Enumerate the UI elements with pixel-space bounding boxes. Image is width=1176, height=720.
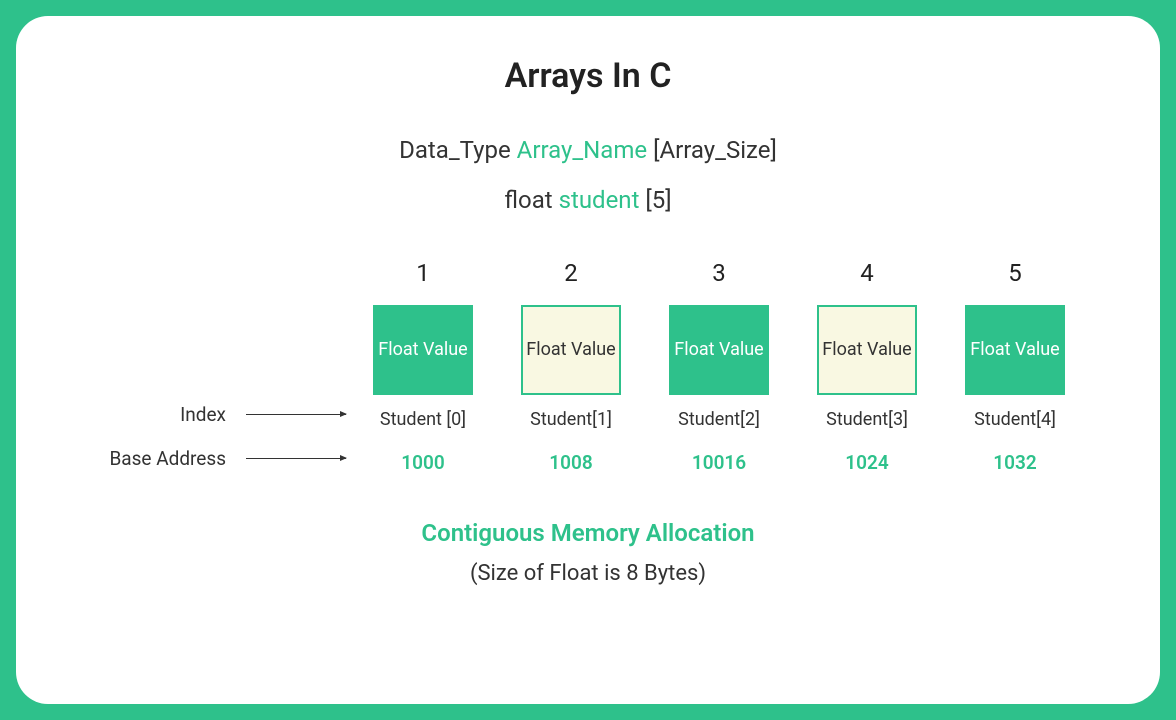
address-label-row: Base Address: [66, 445, 346, 471]
cell-value-box: Float Value: [669, 305, 769, 395]
cell-position: 1: [416, 259, 430, 289]
cell-value-box: Float Value: [521, 305, 621, 395]
cell-value-box: Float Value: [965, 305, 1065, 395]
cell-index: Student[3]: [826, 409, 908, 435]
index-label-row: Index: [66, 401, 346, 427]
array-cell: 5 Float Value Student[4] 1032: [956, 259, 1074, 477]
array-cell: 3 Float Value Student[2] 10016: [660, 259, 778, 477]
page-title: Arrays In C: [66, 56, 1110, 96]
array-cells: 1 Float Value Student [0] 1000 2 Float V…: [364, 259, 1074, 477]
cell-address: 1024: [845, 451, 888, 477]
syntax-arrayname: Array_Name: [517, 136, 647, 164]
base-address-label: Base Address: [109, 447, 226, 470]
cell-index: Student[2]: [678, 409, 760, 435]
example-arrayname: student: [559, 186, 640, 214]
cell-address: 1008: [549, 451, 592, 477]
cell-address: 1000: [401, 451, 444, 477]
array-cell: 4 Float Value Student[3] 1024: [808, 259, 926, 477]
cell-index: Student[4]: [974, 409, 1056, 435]
syntax-declaration: Data_Type Array_Name [Array_Size]: [66, 136, 1110, 164]
row-labels: Index Base Address: [66, 259, 346, 471]
syntax-arraysize: [Array_Size]: [653, 136, 777, 164]
example-declaration: float student [5]: [66, 186, 1110, 214]
arrow-icon: [246, 414, 346, 415]
syntax-datatype: Data_Type: [399, 136, 511, 164]
cell-position: 3: [712, 259, 726, 289]
example-datatype: float: [504, 186, 552, 214]
diagram-card: Arrays In C Data_Type Array_Name [Array_…: [16, 16, 1160, 704]
cell-value-box: Float Value: [373, 305, 473, 395]
cell-address: 10016: [692, 451, 746, 477]
cell-address: 1032: [993, 451, 1036, 477]
footer-title: Contiguous Memory Allocation: [66, 519, 1110, 547]
example-arraysize: [5]: [645, 186, 671, 214]
index-label: Index: [180, 403, 226, 426]
cell-value-box: Float Value: [817, 305, 917, 395]
arrow-icon: [246, 458, 346, 459]
footer-subtitle: (Size of Float is 8 Bytes): [66, 561, 1110, 586]
array-cell: 2 Float Value Student[1] 1008: [512, 259, 630, 477]
cell-index: Student [0]: [380, 409, 466, 435]
cell-index: Student[1]: [530, 409, 612, 435]
cell-position: 5: [1008, 259, 1022, 289]
memory-diagram: Index Base Address 1 Float Value Student…: [66, 259, 1110, 477]
cell-position: 4: [860, 259, 874, 289]
cell-position: 2: [564, 259, 578, 289]
array-cell: 1 Float Value Student [0] 1000: [364, 259, 482, 477]
